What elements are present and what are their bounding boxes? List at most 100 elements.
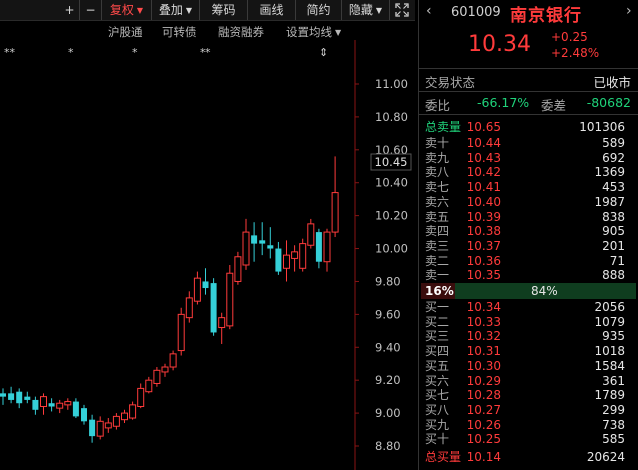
buy-ratio: 84% [531, 284, 558, 298]
stock-name: 南京银行 [510, 6, 582, 26]
candle [40, 393, 47, 415]
order-volume: 101306 [579, 120, 625, 134]
candle-body [226, 272, 234, 327]
candle [121, 409, 128, 423]
diejia-button[interactable]: 叠加 ▼ [152, 0, 200, 20]
huaxian-button[interactable]: 画线 [248, 0, 296, 20]
candle [145, 376, 153, 394]
order-book-row[interactable]: 买一 10.34 2056 [419, 300, 637, 315]
order-volume: 299 [602, 402, 625, 417]
candle-body [32, 399, 39, 410]
current-price-tag: 10.45 [370, 153, 412, 171]
candle-body [234, 256, 242, 282]
candle [161, 363, 169, 377]
order-book-row[interactable]: 卖三 10.37 201 [419, 239, 637, 254]
weibi-row: 委比 -66.17% 委差 -80682 [425, 95, 633, 114]
order-level-label: 买二 [425, 314, 450, 329]
event-marker[interactable]: * [68, 46, 74, 59]
candle-body [96, 420, 104, 437]
order-level-label: 总买量 [425, 450, 462, 464]
kline-chart[interactable]: ** * * * * ⇕ 11.0010.8010.6010.4010.2010.009.… [0, 40, 416, 470]
zoom-out-button[interactable]: − [80, 0, 102, 20]
order-book-row[interactable]: 买三 10.32 935 [419, 329, 637, 344]
order-book-row[interactable]: 买八 10.27 299 [419, 403, 637, 418]
order-book-row[interactable]: 卖八 10.42 1369 [419, 165, 637, 180]
order-level-label: 卖四 [425, 224, 450, 239]
prev-stock-arrow-icon[interactable]: ‹ [426, 3, 432, 19]
event-marker[interactable]: * [132, 46, 138, 59]
order-level-label: 买五 [425, 358, 450, 373]
jianyue-button[interactable]: 简约 [296, 0, 342, 20]
order-volume: 692 [602, 150, 625, 165]
event-markers: ** * * * * ⇕ [4, 46, 328, 59]
chevron-down-icon: ▼ [185, 6, 193, 15]
candle-body [299, 243, 307, 269]
chouma-button[interactable]: 筹码 [200, 0, 248, 20]
order-volume: 1584 [594, 358, 625, 373]
event-marker[interactable]: * [205, 46, 211, 59]
event-marker[interactable]: ⇕ [319, 46, 328, 59]
candle-body [202, 281, 209, 289]
order-book-row[interactable]: 卖十 10.44 589 [419, 136, 637, 151]
order-book-row[interactable]: 卖一 10.35 888 [419, 268, 637, 283]
order-book-row[interactable]: 卖九 10.43 692 [419, 151, 637, 166]
candle [185, 291, 193, 323]
candle-body [185, 297, 193, 319]
order-price: 10.27 [466, 402, 501, 417]
order-book-row[interactable]: 买七 10.28 1789 [419, 388, 637, 403]
trade-status-row: 交易状态 已收市 [425, 72, 633, 91]
yincang-label: 隐藏 [348, 3, 373, 17]
order-price: 10.39 [466, 209, 501, 224]
order-book-row[interactable]: 卖七 10.41 453 [419, 180, 637, 195]
candle-body [137, 387, 145, 408]
kzz-link[interactable]: 可转债 [162, 24, 197, 40]
order-book-row[interactable]: 买四 10.31 1018 [419, 344, 637, 359]
order-book-row[interactable]: 买九 10.26 738 [419, 418, 637, 433]
current-price-label: 10.45 [375, 155, 408, 169]
candle [202, 268, 209, 295]
order-level-label: 卖三 [425, 238, 450, 253]
ma-settings-dropdown[interactable]: 设置均线 ▼ [286, 24, 341, 40]
order-book-row[interactable]: 买五 10.30 1584 [419, 359, 637, 374]
order-book-row[interactable]: 买六 10.29 361 [419, 374, 637, 389]
hgt-link[interactable]: 沪股通 [108, 24, 143, 40]
candle-body [64, 401, 72, 406]
order-volume: 1369 [594, 165, 625, 180]
order-level-label: 买三 [425, 329, 450, 344]
event-marker[interactable]: ** [4, 46, 16, 59]
candle-body [161, 366, 169, 373]
order-book-row[interactable]: 卖四 10.38 905 [419, 224, 637, 239]
order-book-row[interactable]: 卖五 10.39 838 [419, 210, 637, 225]
candle-body [259, 240, 266, 244]
order-book-row[interactable]: 卖二 10.36 71 [419, 254, 637, 269]
yincang-button[interactable]: 隐藏 ▼ [342, 0, 390, 20]
order-volume: 589 [602, 136, 625, 150]
fuquan-button[interactable]: 复权 ▼ [102, 0, 152, 20]
expand-button[interactable] [390, 0, 414, 20]
order-price: 10.25 [466, 432, 501, 447]
weibi-value: -66.17% [477, 95, 530, 110]
chart-toolbar: + − 复权 ▼ 叠加 ▼ 筹码 画线 简约 隐藏 ▼ [0, 0, 415, 21]
order-volume: 1789 [594, 388, 625, 403]
change-amount: +0.25 [551, 30, 588, 44]
candle [104, 418, 112, 433]
order-book-row[interactable]: 总买量 10.14 20624 [419, 450, 637, 465]
order-book-row[interactable]: 买二 10.33 1079 [419, 315, 637, 330]
candle-body [242, 231, 250, 266]
order-book-row[interactable]: 总卖量 10.65 101306 [419, 120, 637, 135]
candle [177, 307, 185, 356]
order-book-row[interactable]: 卖六 10.40 1987 [419, 195, 637, 210]
candle-body [145, 379, 153, 393]
rzrq-link[interactable]: 融资融券 [218, 24, 264, 40]
zoom-in-button[interactable]: + [60, 0, 80, 20]
order-volume: 201 [602, 238, 625, 253]
candle [234, 251, 242, 285]
next-stock-arrow-icon[interactable]: › [626, 3, 632, 19]
candle-body [121, 412, 128, 421]
order-price: 10.43 [466, 150, 501, 165]
order-level-label: 买一 [425, 300, 450, 314]
order-level-label: 总卖量 [425, 120, 462, 134]
order-price: 10.41 [466, 180, 501, 195]
order-book-row[interactable]: 买十 10.25 585 [419, 432, 637, 447]
y-tick-label: 11.00 [375, 77, 408, 91]
